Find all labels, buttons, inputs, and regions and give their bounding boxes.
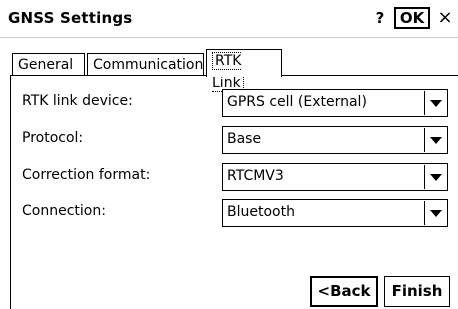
chevron-down-icon[interactable] <box>424 201 446 225</box>
connection-value: Bluetooth <box>227 204 295 220</box>
protocol-select[interactable]: Base <box>222 126 448 154</box>
correction-format-select[interactable]: RTCMV3 <box>222 163 448 191</box>
tab-general[interactable]: General <box>12 53 85 75</box>
correction-format-value: RTCMV3 <box>227 168 284 184</box>
panel-left-border <box>10 75 11 309</box>
tab-rtk-link-label: RTK Link <box>212 52 244 92</box>
selected-tab-gap <box>207 74 281 77</box>
tab-communication-label: Communication <box>93 57 204 73</box>
tab-rtk-link[interactable]: RTK Link <box>206 49 282 92</box>
title-bar: GNSS Settings ? OK × <box>0 0 458 38</box>
protocol-value: Base <box>227 131 262 147</box>
connection-label: Connection: <box>22 203 106 219</box>
finish-button[interactable]: Finish <box>384 276 450 307</box>
window-title: GNSS Settings <box>8 9 133 27</box>
chevron-down-icon[interactable] <box>424 128 446 152</box>
protocol-label: Protocol: <box>22 130 84 146</box>
chevron-down-icon[interactable] <box>424 165 446 189</box>
chevron-down-icon[interactable] <box>424 91 446 115</box>
tab-communication[interactable]: Communication <box>87 53 204 75</box>
back-button[interactable]: <Back <box>310 276 378 307</box>
connection-select[interactable]: Bluetooth <box>222 199 448 227</box>
rtk-link-device-value: GPRS cell (External) <box>227 94 367 110</box>
rtk-link-device-select[interactable]: GPRS cell (External) <box>222 89 448 117</box>
close-button[interactable]: × <box>434 7 456 29</box>
help-button[interactable]: ? <box>368 7 392 29</box>
tab-general-label: General <box>18 57 74 73</box>
ok-button[interactable]: OK <box>394 7 430 29</box>
tab-bar: General Communication RTK Link <box>0 40 458 92</box>
rtk-link-device-label: RTK link device: <box>22 93 133 109</box>
correction-format-label: Correction format: <box>22 167 151 183</box>
